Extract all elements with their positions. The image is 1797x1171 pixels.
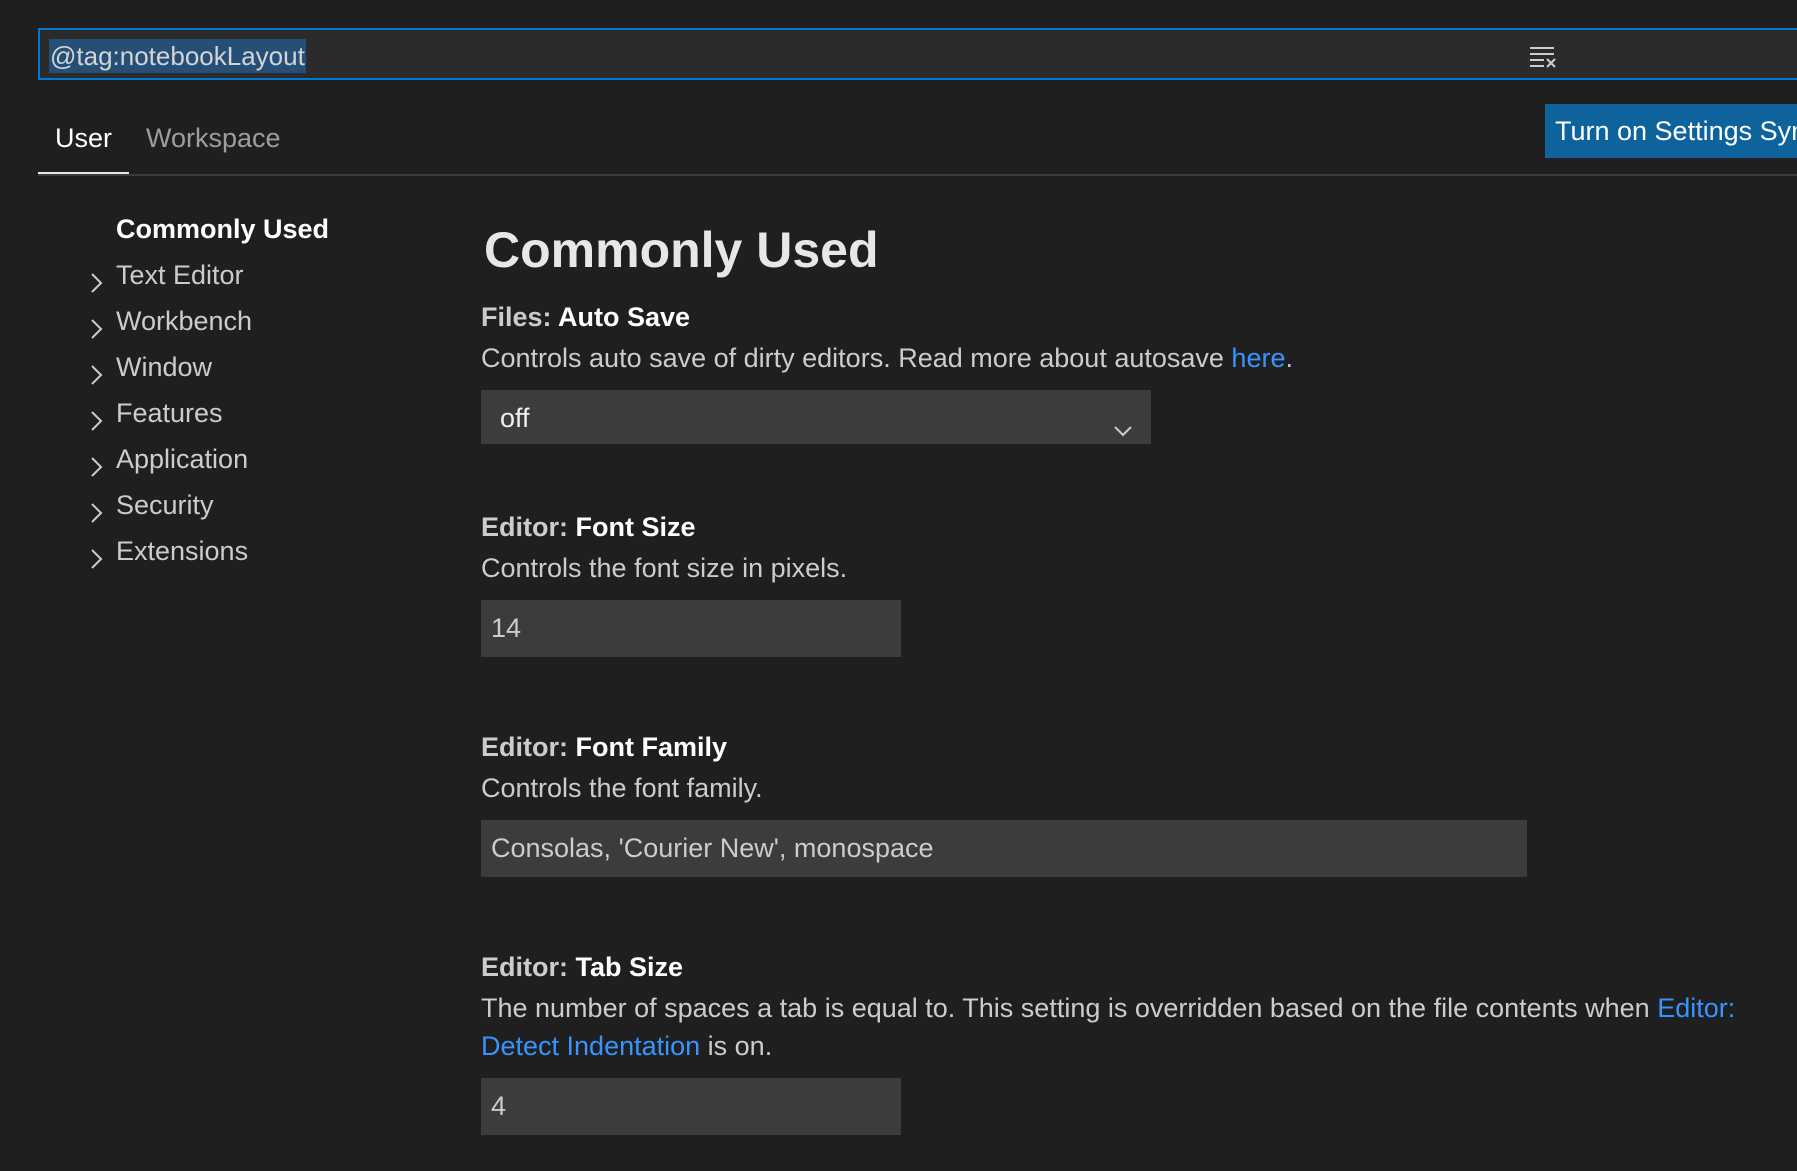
toc-item-security[interactable]: Security [80, 482, 440, 528]
description-text: is on. [700, 1031, 773, 1061]
setting-editor-font-size: Editor: Font Size Controls the font size… [481, 508, 1791, 657]
setting-category: Editor: [481, 512, 576, 542]
chevron-right-icon [88, 309, 106, 339]
toc-item-label: Window [116, 352, 213, 382]
setting-description: Controls the font family. [481, 773, 763, 803]
chevron-right-icon [88, 493, 106, 523]
chevron-down-icon [1112, 406, 1134, 437]
toc-item-features[interactable]: Features [80, 390, 440, 436]
settings-scope-tabs: User Workspace [38, 100, 1797, 176]
setting-title: Editor: Font Size [481, 508, 1791, 546]
auto-save-dropdown[interactable]: off [481, 390, 1151, 444]
setting-title: Editor: Font Family [481, 728, 1791, 766]
description-text: . [1285, 343, 1293, 373]
toc-item-application[interactable]: Application [80, 436, 440, 482]
description-text: Controls auto save of dirty editors. Rea… [481, 343, 1232, 373]
toc-item-label: Extensions [116, 536, 249, 566]
setting-name: Auto Save [558, 302, 691, 332]
setting-files-auto-save: Files: Auto Save Controls auto save of d… [481, 298, 1791, 444]
setting-title: Files: Auto Save [481, 298, 1791, 336]
toc-item-label: Security [116, 490, 214, 520]
settings-toc: Commonly Used Text Editor Workbench Wind… [80, 206, 440, 574]
setting-name: Font Size [575, 512, 696, 542]
toc-item-label: Text Editor [116, 260, 244, 290]
setting-category: Editor: [481, 952, 576, 982]
toc-item-label: Features [116, 398, 223, 428]
toc-item-commonly-used[interactable]: Commonly Used [80, 206, 440, 252]
toc-item-label: Commonly Used [116, 214, 330, 244]
setting-editor-font-family: Editor: Font Family Controls the font fa… [481, 728, 1791, 877]
toc-item-label: Workbench [116, 306, 253, 336]
description-text: The number of spaces a tab is equal to. … [481, 993, 1658, 1023]
setting-name: Font Family [575, 732, 728, 762]
settings-editor: @tag:notebookLayout User Workspace Turn … [0, 0, 1797, 1171]
font-family-input[interactable]: Consolas, 'Courier New', monospace [481, 820, 1527, 877]
settings-list: Commonly Used Files: Auto Save Controls … [481, 206, 1791, 1135]
setting-name: Tab Size [575, 952, 684, 982]
tab-size-input[interactable]: 4 [481, 1078, 901, 1135]
clear-filter-icon[interactable] [1528, 44, 1558, 68]
setting-title: Editor: Tab Size [481, 948, 1791, 986]
search-query-text[interactable]: @tag:notebookLayout [49, 39, 306, 73]
tab-workspace[interactable]: Workspace [129, 118, 298, 172]
setting-description: Controls the font size in pixels. [481, 553, 848, 583]
settings-search-input[interactable]: @tag:notebookLayout [38, 28, 1797, 80]
setting-description: Controls auto save of dirty editors. Rea… [481, 339, 1791, 377]
toc-item-label: Application [116, 444, 249, 474]
setting-editor-tab-size: Editor: Tab Size The number of spaces a … [481, 948, 1791, 1135]
toc-item-window[interactable]: Window [80, 344, 440, 390]
chevron-right-icon [88, 539, 106, 569]
setting-category: Editor: [481, 732, 576, 762]
setting-description: The number of spaces a tab is equal to. … [481, 989, 1761, 1065]
section-title: Commonly Used [484, 222, 879, 278]
chevron-right-icon [88, 263, 106, 293]
dropdown-value: off [500, 403, 530, 433]
toc-item-text-editor[interactable]: Text Editor [80, 252, 440, 298]
setting-category: Files: [481, 302, 559, 332]
autosave-docs-link[interactable]: here [1231, 343, 1285, 373]
turn-on-settings-sync-button[interactable]: Turn on Settings Sync [1545, 104, 1797, 158]
chevron-right-icon [88, 355, 106, 385]
tab-user[interactable]: User [38, 118, 130, 174]
toc-item-extensions[interactable]: Extensions [80, 528, 440, 574]
chevron-right-icon [88, 401, 106, 431]
chevron-right-icon [88, 447, 106, 477]
toc-item-workbench[interactable]: Workbench [80, 298, 440, 344]
font-size-input[interactable]: 14 [481, 600, 901, 657]
